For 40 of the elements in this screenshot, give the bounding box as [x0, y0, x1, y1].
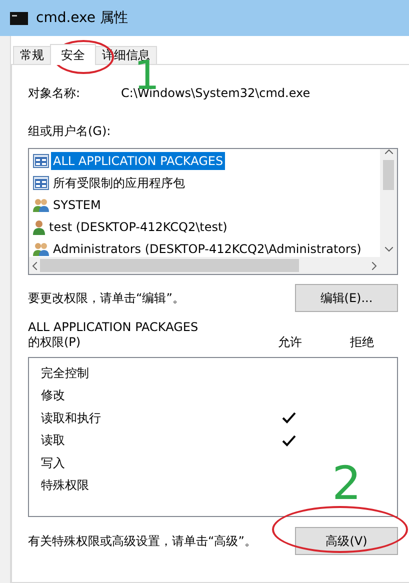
list-item[interactable]: ALL APPLICATION PACKAGES — [51, 152, 226, 170]
tab[interactable]: 安全 — [50, 44, 96, 65]
permission-name: 读取 — [41, 432, 66, 450]
column-header: 允许 — [277, 334, 303, 351]
permission-name: 写入 — [41, 454, 66, 472]
permission-name: 特殊权限 — [41, 477, 90, 494]
advanced-button[interactable]: 高级(V) — [295, 527, 398, 555]
window-title: cmd.exe 属性 — [36, 9, 128, 27]
user-icon — [33, 220, 45, 234]
edit-hint: 要更改权限，请单击“编辑”。 — [28, 290, 184, 306]
vertical-scrollbar[interactable] — [380, 149, 397, 257]
object-name-label: 对象名称: — [28, 84, 82, 102]
horizontal-scrollbar[interactable] — [29, 257, 380, 274]
permissions-label: 的权限(P) — [28, 334, 82, 351]
permission-name: 修改 — [41, 387, 66, 404]
permissions-title: ALL APPLICATION PACKAGES — [28, 320, 200, 334]
scroll-right-icon — [372, 262, 377, 270]
list-item[interactable]: 所有受限制的应用程序包 — [51, 172, 187, 194]
permission-name: 读取和执行 — [41, 410, 102, 427]
users-icon — [33, 198, 49, 212]
scrollbar-thumb[interactable] — [40, 259, 299, 272]
users-icon — [33, 242, 49, 256]
list-item[interactable]: Administrators (DESKTOP-412KCQ2\Administrators) — [51, 240, 364, 257]
list-item[interactable]: test (DESKTOP-412KCQ2\test) — [47, 218, 230, 236]
scroll-up-icon — [384, 149, 392, 154]
column-header: 拒绝 — [349, 334, 375, 351]
scroll-left-icon — [32, 262, 37, 270]
package-icon — [33, 154, 49, 168]
package-icon — [33, 176, 49, 190]
advanced-hint: 有关特殊权限或高级设置，请单击“高级”。 — [28, 532, 256, 550]
permission-name: 完全控制 — [41, 364, 90, 382]
groups-label: 组或用户名(G): — [28, 123, 112, 140]
console-icon — [10, 12, 28, 24]
scrollbar-thumb[interactable] — [383, 160, 394, 190]
scroll-down-icon — [384, 247, 392, 252]
tab[interactable]: 常规 — [13, 46, 51, 64]
list-item[interactable]: SYSTEM — [51, 196, 103, 214]
annotation-number: 2 — [332, 460, 362, 506]
edit-button[interactable]: 编辑(E)... — [295, 284, 398, 312]
object-name-value: C:\Windows\System32\cmd.exe — [121, 86, 310, 100]
